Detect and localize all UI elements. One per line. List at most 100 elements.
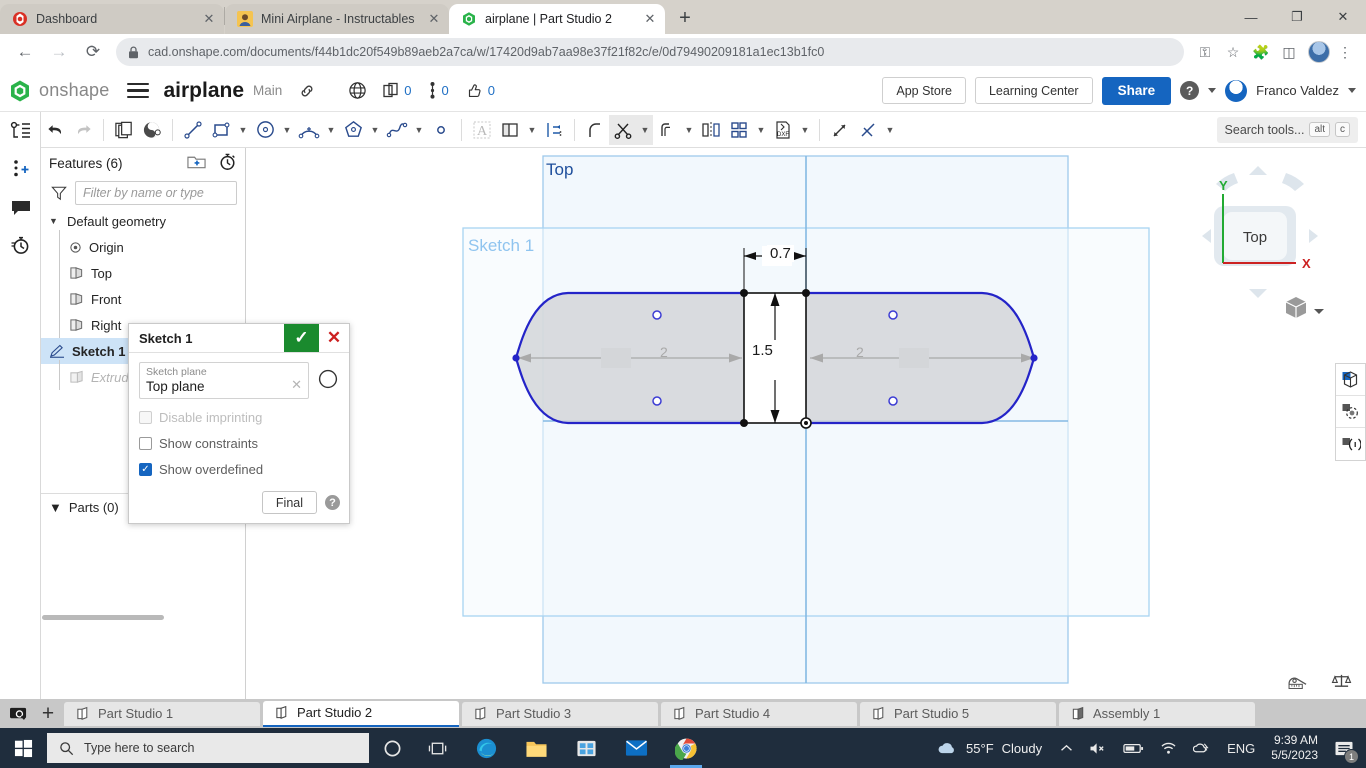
accept-button[interactable]: ✓ [284, 324, 319, 352]
taskbar-search[interactable]: Type here to search [47, 733, 369, 763]
tree-node-top[interactable]: Top [41, 260, 245, 286]
search-tab-icon[interactable] [4, 699, 32, 728]
chevron-up-icon[interactable] [1052, 728, 1081, 768]
doc-tab-part-studio-5[interactable]: Part Studio 5 [860, 702, 1056, 726]
cortana-circle-icon[interactable] [369, 728, 415, 768]
wifi-icon[interactable] [1152, 728, 1185, 768]
part-appearance-icon[interactable] [138, 115, 166, 145]
branch-count[interactable]: 0 [428, 82, 449, 99]
trim-tool-icon[interactable] [609, 115, 637, 145]
doc-tab-part-studio-2[interactable]: Part Studio 2 [263, 701, 459, 727]
weather-widget[interactable]: 55°F Cloudy [926, 741, 1052, 756]
import-dxf-icon[interactable]: DXF [769, 115, 797, 145]
add-variable-icon[interactable] [0, 150, 41, 188]
line-tool-icon[interactable] [179, 115, 207, 145]
dxf-chevron-down-icon[interactable]: ▼ [797, 115, 813, 145]
store-icon[interactable] [561, 728, 611, 768]
feature-tree-scrollbar[interactable] [42, 615, 164, 620]
avatar[interactable] [1225, 80, 1247, 102]
address-bar[interactable]: cad.onshape.com/documents/f44b1dc20f549b… [116, 38, 1184, 66]
mass-properties-icon[interactable] [1331, 673, 1352, 693]
feature-filter-input[interactable]: Filter by name or type [75, 181, 237, 205]
chrome-icon[interactable] [661, 728, 711, 768]
sketch-plane-field[interactable]: Sketch plane Top plane ✕ [139, 362, 309, 399]
sidepanel-icon[interactable]: ◫ [1276, 39, 1302, 65]
circle-chevron-down-icon[interactable]: ▼ [279, 115, 295, 145]
show-overdefined-row[interactable]: ✓ Show overdefined [139, 462, 339, 477]
use-projection-icon[interactable] [496, 115, 524, 145]
copy-paste-icon[interactable] [110, 115, 138, 145]
disable-imprinting-row[interactable]: Disable imprinting [139, 410, 339, 425]
dimension-height[interactable]: 1.5 [749, 342, 776, 359]
text-tool-icon[interactable]: A [468, 115, 496, 145]
dimension-width[interactable]: 0.7 [767, 245, 794, 262]
spline-chevron-down-icon[interactable]: ▼ [411, 115, 427, 145]
section-view-icon[interactable] [1336, 364, 1365, 396]
rectangle-chevron-down-icon[interactable]: ▼ [235, 115, 251, 145]
chrome-profile-avatar[interactable] [1308, 41, 1330, 63]
tree-node-origin[interactable]: Origin [41, 234, 245, 260]
document-branch[interactable]: Main [253, 83, 282, 98]
dimension-right-span[interactable]: 2 [853, 344, 867, 360]
arc-chevron-down-icon[interactable]: ▼ [323, 115, 339, 145]
window-close-button[interactable]: ✕ [1320, 0, 1366, 34]
close-icon[interactable]: ✕ [641, 10, 659, 28]
show-constraints-row[interactable]: Show constraints [139, 436, 339, 451]
polygon-tool-icon[interactable] [339, 115, 367, 145]
share-button[interactable]: Share [1102, 77, 1172, 105]
chevron-down-icon[interactable]: ▼ [49, 500, 62, 515]
pattern-chevron-down-icon[interactable]: ▼ [753, 115, 769, 145]
offset-tool-icon[interactable] [653, 115, 681, 145]
cancel-button[interactable]: ✕ [319, 324, 349, 352]
undo-icon[interactable] [41, 115, 69, 145]
clear-x-icon[interactable]: ✕ [291, 377, 302, 393]
search-tools-box[interactable]: Search tools... alt c [1217, 117, 1358, 143]
key-icon[interactable]: ⚿ [1192, 39, 1218, 65]
app-store-button[interactable]: App Store [882, 77, 966, 104]
doc-tab-part-studio-3[interactable]: Part Studio 3 [462, 702, 658, 726]
menu-icon[interactable]: ⋮ [1332, 39, 1358, 65]
rollback-timer-icon[interactable] [218, 152, 237, 174]
tree-node-default-geometry[interactable]: ▼ Default geometry [41, 208, 245, 234]
mail-icon[interactable] [611, 728, 661, 768]
polygon-chevron-down-icon[interactable]: ▼ [367, 115, 383, 145]
graphics-viewport[interactable]: Top Sketch 1 0.7 1.5 2 2 Top Y X [246, 148, 1366, 699]
tree-node-front[interactable]: Front [41, 286, 245, 312]
doc-tab-assembly-1[interactable]: Assembly 1 [1059, 702, 1255, 726]
use-chevron-down-icon[interactable]: ▼ [524, 115, 540, 145]
add-tab-button[interactable]: + [35, 699, 61, 728]
document-title[interactable]: airplane [163, 79, 244, 103]
plane-picker-icon[interactable] [317, 368, 339, 390]
feature-list-icon[interactable] [0, 112, 41, 150]
mirror-tool-icon[interactable] [697, 115, 725, 145]
link-icon[interactable] [298, 82, 316, 100]
globe-icon[interactable] [348, 81, 367, 100]
sketch-dialog[interactable]: Sketch 1 ✓ ✕ Sketch plane Top plane ✕ Di… [128, 323, 350, 524]
add-folder-icon[interactable] [187, 154, 206, 173]
edge-icon[interactable] [461, 728, 511, 768]
task-view-icon[interactable] [415, 728, 461, 768]
back-icon[interactable]: ← [8, 35, 42, 69]
main-menu-icon[interactable] [127, 83, 149, 99]
user-chevron-down-icon[interactable] [1348, 88, 1356, 93]
view-cube[interactable]: Top Y X [1186, 162, 1336, 327]
forward-icon[interactable]: → [42, 35, 76, 69]
new-tab-button[interactable]: + [671, 4, 699, 32]
render-mode-icon[interactable] [1336, 428, 1365, 460]
dimension-tool-icon[interactable] [540, 115, 568, 145]
copy-count[interactable]: 0 [383, 82, 411, 99]
onshape-logo-icon[interactable] [8, 79, 32, 103]
dimension-left-span[interactable]: 2 [657, 344, 671, 360]
constraint-tool-icon[interactable] [854, 115, 882, 145]
user-name[interactable]: Franco Valdez [1256, 83, 1339, 98]
extensions-icon[interactable]: 🧩 [1248, 39, 1274, 65]
pattern-tool-icon[interactable] [725, 115, 753, 145]
browser-tab-airplane[interactable]: airplane | Part Studio 2 ✕ [449, 4, 665, 34]
language-indicator[interactable]: ENG [1219, 728, 1263, 768]
redo-icon[interactable] [69, 115, 97, 145]
measure-icon[interactable] [1288, 673, 1309, 693]
help-icon[interactable]: ? [325, 495, 340, 510]
arc-tool-icon[interactable] [295, 115, 323, 145]
notification-icon[interactable]: 1 [1326, 728, 1362, 768]
browser-tab-instructables[interactable]: Mini Airplane - Instructables ✕ [225, 4, 449, 34]
